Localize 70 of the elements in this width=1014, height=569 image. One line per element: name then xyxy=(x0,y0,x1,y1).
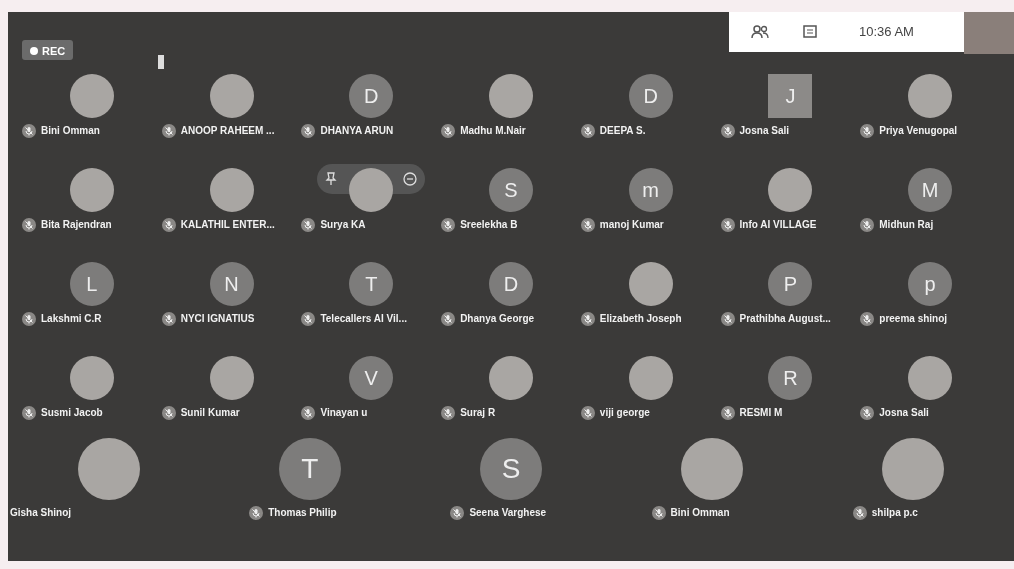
participant-name: manoj Kumar xyxy=(599,218,664,232)
participant-name: preema shinoj xyxy=(879,312,948,326)
participant-name: Prathibha August... xyxy=(739,312,831,326)
participant-name: shilpa p.c xyxy=(871,506,918,520)
participant-name: Sreelekha B xyxy=(460,218,518,232)
scroll-handle[interactable] xyxy=(158,55,164,69)
remove-icon[interactable] xyxy=(403,172,418,186)
avatar-initial: m xyxy=(628,168,673,212)
participant-name: Dhanya George xyxy=(460,312,535,326)
avatar-initial: T xyxy=(349,262,394,306)
avatar-initial: p xyxy=(908,262,953,306)
participant-name: Josna Sali xyxy=(739,124,790,138)
avatar-initial: J xyxy=(768,74,813,118)
participant-name: ANOOP RAHEEM ... xyxy=(180,124,275,138)
avatar-photo-placeholder xyxy=(489,356,533,400)
avatar-initial: D xyxy=(628,74,673,118)
avatar-initial: R xyxy=(768,356,813,400)
pin-icon[interactable] xyxy=(325,172,338,186)
participant-name: Vinayan u xyxy=(320,406,368,420)
avatar-initial: D xyxy=(489,262,533,306)
self-view-video xyxy=(964,12,1014,54)
participant-name: Bini Omman xyxy=(41,124,100,138)
participant-name: RESMI M xyxy=(739,406,783,420)
clock-time: 10:36 AM xyxy=(859,23,914,42)
participant-name: Suraj R xyxy=(460,406,496,420)
avatar-photo-placeholder xyxy=(908,74,953,118)
participant-name: Bita Rajendran xyxy=(41,218,112,232)
chat-icon[interactable] xyxy=(803,25,817,39)
participant-name: Midhun Raj xyxy=(879,218,934,232)
avatar-photo-placeholder xyxy=(349,168,394,212)
participant-name: Elizabeth Joseph xyxy=(599,312,682,326)
avatar-photo-placeholder xyxy=(209,168,254,212)
participant-name: Josna Sali xyxy=(879,406,929,420)
avatar-initial: V xyxy=(349,356,394,400)
avatar-photo-placeholder xyxy=(768,168,813,212)
avatar-photo-placeholder xyxy=(69,356,114,400)
participant-name: KALATHIL ENTER... xyxy=(180,218,275,232)
avatar-photo-placeholder xyxy=(908,356,953,400)
avatar-photo-placeholder xyxy=(628,262,673,306)
recording-indicator: REC xyxy=(22,40,74,60)
avatar-initial: L xyxy=(69,262,114,306)
avatar-initial: S xyxy=(489,168,533,212)
participant-name: Telecallers AI Vil... xyxy=(320,312,407,326)
participant-name: Thomas Philip xyxy=(268,506,337,520)
avatar-initial: N xyxy=(209,262,254,306)
participant-name: Surya KA xyxy=(320,218,366,232)
avatar-initial: D xyxy=(349,74,394,118)
participant-name: DHANYA ARUN xyxy=(320,124,394,138)
avatar-initial: M xyxy=(908,168,953,212)
participant-name: Madhu M.Nair xyxy=(460,124,526,138)
participant-name: NYCI IGNATIUS xyxy=(180,312,255,326)
avatar-initial: P xyxy=(768,262,813,306)
participant-name: Susmi Jacob xyxy=(41,406,103,420)
participant-name: Priya Venugopal xyxy=(879,124,958,138)
participant-name: DEEPA S. xyxy=(599,124,646,138)
participant-name: Lakshmi C.R xyxy=(41,312,102,326)
participant-name: Sunil Kumar xyxy=(180,406,240,420)
avatar-initial: S xyxy=(480,438,542,500)
avatar-photo-placeholder xyxy=(69,74,114,118)
avatar-photo-placeholder xyxy=(628,356,673,400)
avatar-initial: T xyxy=(278,438,341,500)
avatar-photo-placeholder xyxy=(209,356,254,400)
participant-name: Gisha Shinoj xyxy=(10,506,72,520)
avatar-photo-placeholder xyxy=(209,74,254,118)
participant-name: viji george xyxy=(599,406,650,420)
participant-name: Seena Varghese xyxy=(469,506,547,520)
avatar-photo-placeholder xyxy=(69,168,114,212)
participant-name: Bini Omman xyxy=(670,506,730,520)
avatar-photo-placeholder xyxy=(489,74,533,118)
participant-name: Info AI VILLAGE xyxy=(739,218,817,232)
